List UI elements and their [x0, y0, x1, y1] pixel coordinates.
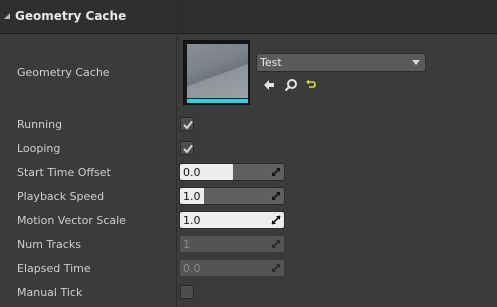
motion-vector-scale-spinbox[interactable]: 1.0: [179, 211, 285, 229]
chevron-down-icon: [412, 60, 420, 65]
num-tracks-spinbox: 1: [179, 235, 285, 253]
drag-resize-icon: [271, 263, 281, 273]
use-selected-arrow-icon[interactable]: [262, 78, 276, 92]
thumbnail-image: [187, 44, 248, 98]
start-time-offset-label: Start Time Offset: [17, 166, 111, 179]
details-panel: Geometry Cache Geometry Cache Test Runni…: [0, 0, 497, 307]
browse-search-icon[interactable]: [284, 78, 298, 92]
motion-vector-scale-value: 1.0: [183, 214, 201, 227]
playback-speed-label: Playback Speed: [17, 190, 105, 203]
playback-speed-value: 1.0: [183, 190, 201, 203]
looping-label: Looping: [17, 142, 61, 155]
playback-speed-spinbox[interactable]: 1.0: [179, 187, 285, 205]
asset-type-color-bar: [187, 99, 248, 103]
num-tracks-label: Num Tracks: [17, 238, 81, 251]
asset-picker-combo[interactable]: Test: [256, 53, 426, 72]
elapsed-time-value: 0.0: [183, 262, 201, 275]
drag-resize-icon: [271, 167, 281, 177]
reset-to-default-icon[interactable]: [304, 78, 318, 92]
num-tracks-value: 1: [183, 238, 190, 251]
drag-resize-icon: [271, 239, 281, 249]
section-title: Geometry Cache: [15, 9, 127, 23]
start-time-offset-value: 0.0: [183, 166, 201, 179]
motion-vector-scale-label: Motion Vector Scale: [17, 214, 126, 227]
start-time-offset-spinbox[interactable]: 0.0: [179, 163, 285, 181]
collapse-arrow-icon[interactable]: [4, 13, 10, 19]
checkmark-icon: [183, 120, 193, 130]
checkmark-icon: [183, 144, 193, 154]
geometry-cache-label: Geometry Cache: [17, 66, 110, 79]
drag-resize-icon: [271, 215, 281, 225]
looping-checkbox[interactable]: [180, 141, 194, 155]
running-label: Running: [17, 118, 63, 131]
column-divider[interactable]: [176, 0, 177, 307]
manual-tick-checkbox[interactable]: [180, 285, 194, 299]
elapsed-time-spinbox: 0.0: [179, 259, 285, 277]
elapsed-time-label: Elapsed Time: [17, 262, 91, 275]
geometry-cache-section-header[interactable]: Geometry Cache: [0, 0, 497, 34]
asset-thumbnail[interactable]: [183, 40, 250, 105]
asset-picker-value: Test: [260, 56, 282, 69]
manual-tick-label: Manual Tick: [17, 286, 83, 299]
running-checkbox[interactable]: [180, 117, 194, 131]
drag-resize-icon: [271, 191, 281, 201]
